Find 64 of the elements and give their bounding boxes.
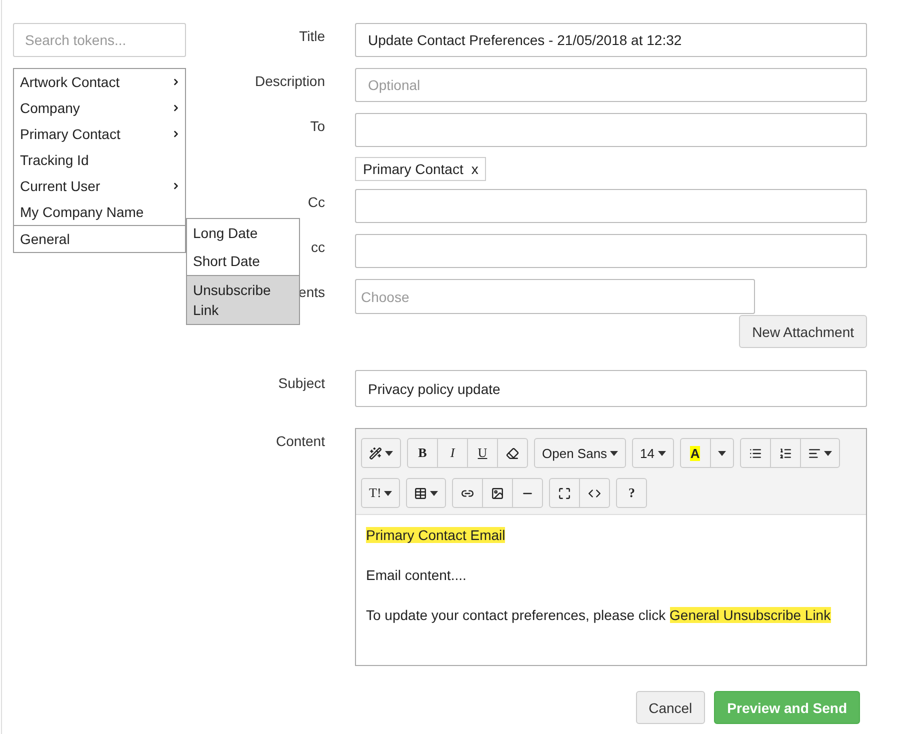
text-field[interactable]	[355, 189, 867, 223]
search-field[interactable]: Search tokens...	[13, 23, 186, 57]
numbered-list-button[interactable]	[770, 438, 801, 468]
bullet-list-button[interactable]	[740, 438, 771, 468]
fullscreen-button[interactable]	[549, 478, 580, 508]
caret-icon	[610, 450, 618, 456]
eraser-icon	[506, 446, 519, 460]
toolbar-button[interactable]: A	[680, 438, 711, 468]
caret-icon	[385, 450, 393, 456]
toolbar-button[interactable]: 14	[632, 438, 674, 468]
new-attachment-button[interactable]: New Attachment	[739, 315, 867, 348]
caret-icon	[658, 450, 666, 456]
caret-icon	[824, 450, 832, 456]
toolbar-button[interactable]: ?	[616, 478, 648, 508]
code-button[interactable]	[579, 478, 610, 508]
field-label: Cc	[308, 194, 325, 210]
content-paragraph: To update your contact preferences, please click General Unsubscribe Link	[366, 606, 832, 625]
field-label: cc	[311, 239, 325, 255]
caret-icon	[384, 490, 392, 496]
rich-text-editor[interactable]: B I U Open Sans 14 A T! ? Primary Contact Email Email content.... To update your contact preferences, please click General Unsubscribe Link	[355, 428, 867, 666]
submenu-item[interactable]: Unsubscribe Link	[187, 275, 299, 324]
toolbar-button[interactable]: U	[467, 438, 498, 468]
tag-label: Primary Contact	[363, 161, 464, 177]
text-field[interactable]: Update Contact Preferences - 21/05/2018 at 12:32	[355, 23, 867, 57]
fullscreen-icon	[558, 486, 572, 500]
text-field[interactable]	[355, 113, 867, 147]
caret-icon	[430, 490, 438, 496]
cancel-button[interactable]: Cancel	[636, 691, 706, 724]
text-field[interactable]	[355, 234, 867, 268]
code-icon	[588, 486, 602, 500]
text-field[interactable]: Optional	[355, 68, 867, 102]
align-left-button[interactable]	[800, 438, 840, 468]
field-label: Description	[254, 73, 325, 89]
toolbar-button[interactable]: B	[407, 438, 438, 468]
chevron-right-icon	[171, 103, 181, 113]
table-icon	[414, 486, 428, 500]
image-button[interactable]	[482, 478, 514, 508]
link-button[interactable]	[452, 478, 484, 508]
chevron-right-icon	[171, 129, 181, 139]
toolbar-button[interactable]: T!	[361, 478, 400, 508]
image-icon	[491, 486, 504, 500]
numbered-list-icon	[778, 446, 792, 460]
field-label: To	[310, 118, 325, 134]
dropdown-button[interactable]	[710, 438, 734, 468]
chevron-right-icon	[171, 77, 181, 87]
chevron-right-icon	[171, 181, 181, 191]
bullet-list-icon	[748, 446, 762, 460]
align-left-icon	[808, 446, 821, 460]
toolbar-button[interactable]: I	[437, 438, 468, 468]
content-paragraph: Email content....	[366, 566, 468, 585]
text-field[interactable]: Privacy policy update	[355, 370, 867, 407]
table-button[interactable]	[406, 478, 446, 508]
caret-icon	[718, 450, 726, 456]
magic-wand-button[interactable]	[361, 438, 401, 468]
remove-tag-button[interactable]: x	[471, 161, 478, 177]
field-label: Title	[299, 28, 325, 44]
field-label: Content	[276, 433, 325, 449]
content-paragraph: Primary Contact Email	[366, 526, 506, 545]
field-label: Subject	[278, 375, 325, 391]
field-label: ents	[298, 284, 325, 300]
file-field[interactable]: Choose	[355, 279, 755, 314]
magic-wand-icon	[369, 446, 382, 460]
toolbar-button[interactable]: Open Sans	[534, 438, 626, 468]
eraser-button[interactable]	[497, 438, 528, 468]
